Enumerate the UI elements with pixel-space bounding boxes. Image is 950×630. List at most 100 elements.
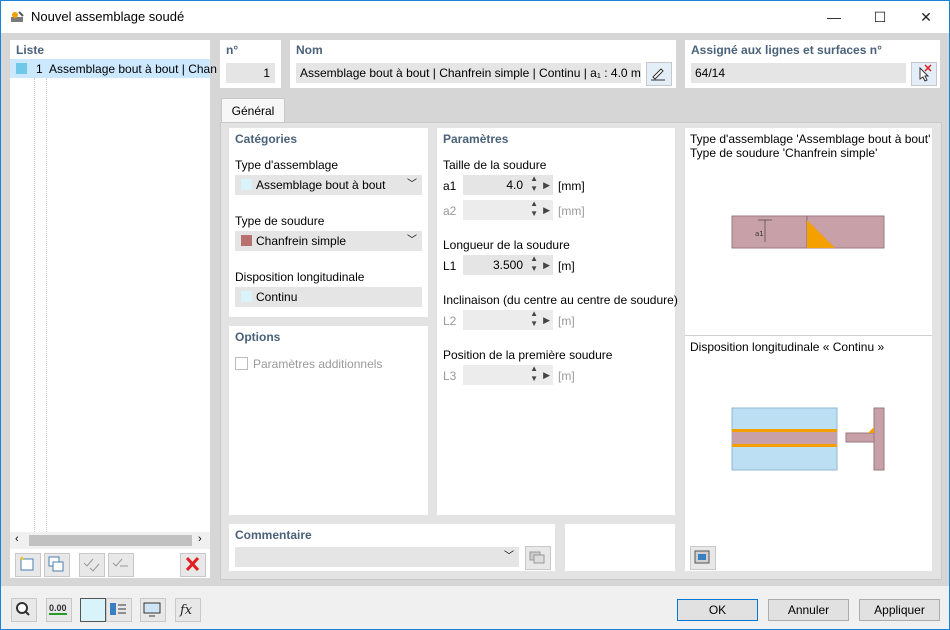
weld-type-swatch	[241, 235, 252, 246]
list-item-color-icon	[16, 63, 27, 74]
a2-input[interactable]: ▲ ▼ ▶	[463, 199, 553, 220]
pick-button[interactable]	[911, 62, 937, 86]
list-item-number: 1	[36, 62, 43, 76]
l2-input[interactable]: ▲ ▼ ▶	[463, 309, 553, 330]
preview-divider	[685, 335, 932, 336]
scroll-thumb[interactable]	[29, 535, 192, 546]
tree-line	[46, 78, 48, 536]
assembly-type-label: Type d'assemblage	[235, 158, 339, 172]
first-weld-label: Position de la première soudure	[443, 348, 613, 362]
close-button[interactable]: ✕	[903, 1, 949, 33]
app-weld-icon	[10, 10, 24, 24]
title-bar: Nouvel assemblage soudé — ☐ ✕	[1, 1, 949, 33]
spin-up-down-icon[interactable]: ▲ ▼	[530, 199, 538, 219]
list-item-label: Assemblage bout à bout | Chan	[49, 62, 217, 76]
name-panel: Nom Assemblage bout à bout | Chanfrein s…	[290, 40, 676, 88]
spin-up-down-icon[interactable]: ▲ ▼	[530, 174, 538, 194]
comment-input[interactable]: ﹀	[235, 547, 519, 567]
scroll-right-icon[interactable]: ›	[198, 533, 202, 545]
longitudinal-field[interactable]: Continu	[235, 287, 422, 307]
horizontal-scrollbar[interactable]: ‹ ›	[10, 532, 210, 549]
spin-up-down-icon[interactable]: ▲ ▼	[530, 364, 538, 384]
minimize-button[interactable]: —	[811, 1, 857, 33]
preview-type-line2: Type de soudure 'Chanfrein simple'	[690, 146, 878, 160]
apply-button[interactable]: Appliquer	[859, 599, 940, 621]
longitudinal-swatch	[241, 291, 252, 302]
list-panel: Liste 1 Assemblage bout à bout | Chan ‹ …	[10, 40, 217, 578]
dim-a1-label: a1	[755, 230, 764, 238]
new-item-button[interactable]	[15, 553, 41, 577]
parameters-header: Paramètres	[443, 132, 509, 146]
maximize-button[interactable]: ☐	[857, 1, 903, 33]
display-button[interactable]	[106, 598, 132, 622]
delete-icon	[185, 556, 200, 572]
a2-label: a2	[443, 204, 457, 218]
l3-label: L3	[443, 369, 457, 383]
delete-button[interactable]	[180, 553, 206, 577]
l3-input[interactable]: ▲ ▼ ▶	[463, 364, 553, 385]
spin-right-icon[interactable]: ▶	[543, 200, 550, 220]
uncheck-all-button[interactable]	[108, 553, 134, 577]
spin-right-icon[interactable]: ▶	[543, 365, 550, 385]
display-icon	[110, 603, 126, 615]
new-item-icon	[20, 556, 34, 571]
name-input[interactable]: Assemblage bout à bout | Chanfrein simpl…	[296, 63, 641, 83]
chevron-down-icon: ﹀	[407, 235, 417, 246]
view-button[interactable]	[140, 598, 166, 622]
assembly-type-select[interactable]: Assemblage bout à bout ﹀	[235, 175, 422, 195]
spin-right-icon[interactable]: ▶	[543, 175, 550, 195]
list-item[interactable]: 1 Assemblage bout à bout | Chan	[10, 59, 217, 78]
weld-type-select[interactable]: Chanfrein simple ﹀	[235, 231, 422, 251]
number-input[interactable]: 1	[226, 63, 275, 83]
cancel-button[interactable]: Annuler	[768, 599, 849, 621]
a2-unit: [mm]	[558, 204, 585, 218]
comment-side-panel	[565, 524, 675, 571]
l1-unit: [m]	[558, 259, 575, 273]
search-button[interactable]	[11, 598, 37, 622]
formula-icon: fx	[179, 603, 193, 618]
spin-up-down-icon[interactable]: ▲ ▼	[530, 254, 538, 274]
units-button[interactable]: 0.00	[46, 598, 72, 622]
formula-button[interactable]: fx	[175, 598, 201, 622]
spin-up-down-icon[interactable]: ▲ ▼	[530, 309, 538, 329]
preview-toggle-icon	[694, 550, 710, 564]
a1-unit: [mm]	[558, 179, 585, 193]
preview-toggle-button[interactable]	[690, 546, 716, 570]
view-icon	[143, 602, 161, 617]
options-panel: Options Paramètres additionnels	[229, 326, 428, 515]
copy-item-button[interactable]	[44, 553, 70, 577]
dialog-window: Nouvel assemblage soudé — ☐ ✕ Liste 1 As…	[0, 0, 950, 630]
weld-size-label: Taille de la soudure	[443, 158, 547, 172]
color-button[interactable]	[80, 598, 106, 622]
tab-general[interactable]: Général	[221, 98, 285, 123]
assembly-type-swatch	[241, 179, 252, 190]
units-icon: 0.00	[49, 603, 67, 615]
svg-text:fx: fx	[179, 603, 193, 618]
l2-label: L2	[443, 314, 457, 328]
a1-input[interactable]: 4.0 ▲ ▼ ▶	[463, 174, 553, 195]
window-title: Nouvel assemblage soudé	[31, 9, 185, 24]
comment-library-button[interactable]	[525, 546, 551, 570]
additional-params-label: Paramètres additionnels	[253, 357, 383, 371]
name-label: Nom	[296, 43, 323, 57]
categories-panel: Catégories Type d'assemblage Assemblage …	[229, 128, 428, 317]
l1-input[interactable]: 3.500 ▲ ▼ ▶	[463, 254, 553, 275]
l1-label: L1	[443, 259, 457, 273]
spin-right-icon[interactable]: ▶	[543, 255, 550, 275]
ok-button[interactable]: OK	[677, 599, 758, 621]
comment-panel: Commentaire ﹀	[229, 524, 555, 571]
check-all-button[interactable]	[79, 553, 105, 577]
search-icon	[16, 602, 30, 616]
scroll-left-icon[interactable]: ‹	[15, 533, 19, 545]
a1-label: a1	[443, 179, 457, 193]
chevron-down-icon: ﹀	[504, 551, 514, 562]
uncheck-icon	[112, 558, 128, 567]
assigned-input[interactable]: 64/14	[691, 63, 906, 83]
chevron-down-icon: ﹀	[407, 179, 417, 190]
parameters-panel: Paramètres Taille de la soudure a1 4.0 ▲…	[437, 128, 678, 515]
l3-unit: [m]	[558, 369, 575, 383]
additional-params-checkbox[interactable]	[235, 357, 248, 370]
l2-unit: [m]	[558, 314, 575, 328]
edit-name-button[interactable]	[646, 62, 672, 86]
spin-right-icon[interactable]: ▶	[543, 310, 550, 330]
